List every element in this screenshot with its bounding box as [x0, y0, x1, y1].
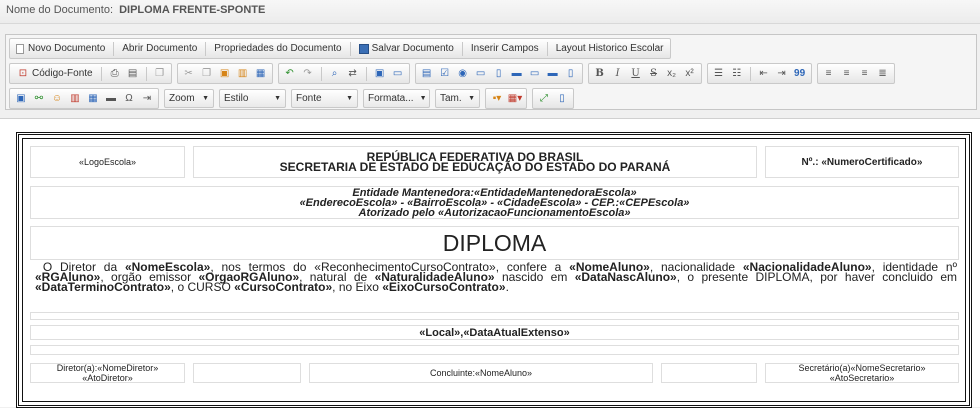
- special-character-icon[interactable]: Ω: [121, 89, 137, 108]
- chevron-down-icon: ▼: [419, 95, 427, 102]
- flash-icon[interactable]: ⚯: [31, 89, 47, 108]
- paste-word-icon[interactable]: ▦: [253, 64, 269, 83]
- indent-icon[interactable]: ⇥: [774, 64, 790, 83]
- zoom-dropdown[interactable]: Zoom ▼: [164, 89, 214, 108]
- strikethrough-button[interactable]: S: [646, 64, 662, 83]
- textarea-icon[interactable]: ▯: [491, 64, 507, 83]
- outdent-icon[interactable]: ⇤: [756, 64, 772, 83]
- diploma-body-text: O Diretor da «NomeEscola», nos termos do…: [35, 260, 957, 294]
- horizontal-rule-icon[interactable]: ▬: [103, 89, 119, 108]
- school-record-layout-button[interactable]: Layout Historico Escolar: [552, 39, 668, 58]
- numbered-list-icon[interactable]: ☷: [729, 64, 745, 83]
- button-field-icon[interactable]: ▭: [527, 64, 543, 83]
- toolbar-row-insert: ▣ ⚯ ☺ ▥ ▦ ▬ Ω ⇥ Zoom ▼ Estilo ▼ Fonte ▼ …: [9, 88, 579, 109]
- school-info-block: Entidade Mantenedora:«EntidadeMantenedor…: [30, 186, 959, 219]
- maximize-icon[interactable]: ⤢: [536, 89, 552, 108]
- document-name-label: Nome do Documento:: [6, 4, 113, 16]
- logo-placeholder: «LogoEscola»: [30, 146, 185, 178]
- document-actions-group: Novo Documento Abrir Documento Proprieda…: [9, 38, 671, 59]
- text-color-icon[interactable]: ▪▾: [489, 89, 505, 108]
- align-justify-icon[interactable]: ≣: [875, 64, 891, 83]
- italic-button[interactable]: I: [610, 64, 626, 83]
- underline-button[interactable]: U: [628, 64, 644, 83]
- background-color-icon[interactable]: ▦▾: [507, 89, 523, 108]
- paste-icon[interactable]: ▣: [217, 64, 233, 83]
- floppy-disk-icon: [358, 43, 369, 54]
- bold-button[interactable]: B: [592, 64, 608, 83]
- toolbar-row-document: Novo Documento Abrir Documento Proprieda…: [9, 38, 676, 59]
- page-icon: [16, 43, 24, 54]
- align-right-icon[interactable]: ≡: [857, 64, 873, 83]
- select-field-icon[interactable]: ▬: [509, 64, 525, 83]
- place-and-date: «Local»,«DataAtualExtenso»: [30, 325, 959, 340]
- school-authorization: Atorizado pelo «AutorizacaoFuncionamento…: [358, 206, 631, 219]
- templates-icon[interactable]: ❐: [152, 64, 168, 83]
- issuer-heading: REPÚBLICA FEDERATIVA DO BRASIL SECRETARI…: [193, 146, 757, 178]
- format-dropdown[interactable]: Formata... ▼: [363, 89, 430, 108]
- maintaining-entity: Entidade Mantenedora:«EntidadeMantenedor…: [352, 186, 637, 199]
- chevron-down-icon: ▼: [274, 95, 281, 102]
- diploma-frame: «LogoEscola» REPÚBLICA FEDERATIVA DO BRA…: [16, 132, 972, 408]
- signature-spacer: [193, 363, 301, 383]
- find-icon[interactable]: ⌕: [327, 64, 343, 83]
- image-button-icon[interactable]: ▬: [545, 64, 561, 83]
- save-document-button[interactable]: Salvar Documento: [355, 39, 458, 58]
- school-address: «EnderecoEscola» - «BairroEscola» - «Cid…: [299, 196, 690, 209]
- blockquote-button[interactable]: 99: [792, 64, 808, 83]
- document-name-value: DIPLOMA FRENTE-SPONTE: [119, 4, 266, 16]
- radio-icon[interactable]: ◉: [455, 64, 471, 83]
- document-editing-area[interactable]: «LogoEscola» REPÚBLICA FEDERATIVA DO BRA…: [0, 118, 980, 408]
- subscript-button[interactable]: x₂: [664, 64, 680, 83]
- show-blocks-icon[interactable]: ▯: [554, 89, 570, 108]
- hidden-field-icon[interactable]: ▯: [563, 64, 579, 83]
- editor-toolbar: Novo Documento Abrir Documento Proprieda…: [5, 34, 977, 110]
- secretariat-heading: SECRETARIA DE ESTADO DE EDUCAÇÃO DO ESTA…: [279, 160, 671, 174]
- form-icon[interactable]: ▤: [419, 64, 435, 83]
- secretary-signature: Secretário(a)«NomeSecretario» «AtoSecret…: [765, 363, 959, 383]
- source-code-icon: ⊡: [18, 68, 28, 79]
- print-icon[interactable]: ⎙: [107, 64, 123, 83]
- checkbox-icon[interactable]: ☑: [437, 64, 453, 83]
- undo-icon[interactable]: ↶: [282, 64, 298, 83]
- chevron-down-icon: ▼: [346, 95, 353, 102]
- director-signature: Diretor(a):«NomeDiretor» «AtoDiretor»: [30, 363, 185, 383]
- toolbar-row-formatting: ⊡ Código-Fonte ⎙ ▤ ❐ ✂ ❐ ▣ ▥ ▦ ↶ ↷ ⌕ ⇄ ▣…: [9, 63, 900, 84]
- text-field-icon[interactable]: ▭: [473, 64, 489, 83]
- page-break-icon[interactable]: ⇥: [139, 89, 155, 108]
- spellcheck-icon[interactable]: ▭: [390, 64, 406, 83]
- image-icon[interactable]: ▣: [13, 89, 29, 108]
- style-dropdown[interactable]: Estilo ▼: [219, 89, 286, 108]
- cut-icon[interactable]: ✂: [181, 64, 197, 83]
- graduate-signature: Concluinte:«NomeAluno»: [309, 363, 653, 383]
- spacer-row: [30, 312, 959, 320]
- superscript-button[interactable]: x²: [682, 64, 698, 83]
- paste-text-icon[interactable]: ▥: [235, 64, 251, 83]
- insert-fields-button[interactable]: Inserir Campos: [467, 39, 543, 58]
- source-code-button[interactable]: ⊡ Código-Fonte: [12, 64, 97, 83]
- chevron-down-icon: ▼: [468, 95, 475, 102]
- size-dropdown[interactable]: Tam. ▼: [435, 89, 480, 108]
- table-icon[interactable]: ▦: [85, 89, 101, 108]
- spacer-row: [30, 345, 959, 355]
- open-document-button[interactable]: Abrir Documento: [118, 39, 201, 58]
- signature-spacer: [661, 363, 757, 383]
- copy-icon[interactable]: ❐: [199, 64, 215, 83]
- new-document-button[interactable]: Novo Documento: [12, 39, 109, 58]
- align-left-icon[interactable]: ≡: [821, 64, 837, 83]
- redo-icon[interactable]: ↷: [300, 64, 316, 83]
- align-center-icon[interactable]: ≡: [839, 64, 855, 83]
- document-name-bar: Nome do Documento: DIPLOMA FRENTE-SPONTE: [0, 0, 980, 24]
- chevron-down-icon: ▼: [202, 95, 209, 102]
- preview-icon[interactable]: ▤: [125, 64, 141, 83]
- bulleted-list-icon[interactable]: ☰: [711, 64, 727, 83]
- document-properties-button[interactable]: Propriedades do Documento: [210, 39, 345, 58]
- diploma-title: DIPLOMA: [30, 226, 959, 260]
- replace-icon[interactable]: ⇄: [345, 64, 361, 83]
- smiley-icon[interactable]: ☺: [49, 89, 65, 108]
- iframe-icon[interactable]: ▥: [67, 89, 83, 108]
- select-all-icon[interactable]: ▣: [372, 64, 388, 83]
- font-dropdown[interactable]: Fonte ▼: [291, 89, 358, 108]
- certificate-number: Nº.: «NumeroCertificado»: [765, 146, 959, 178]
